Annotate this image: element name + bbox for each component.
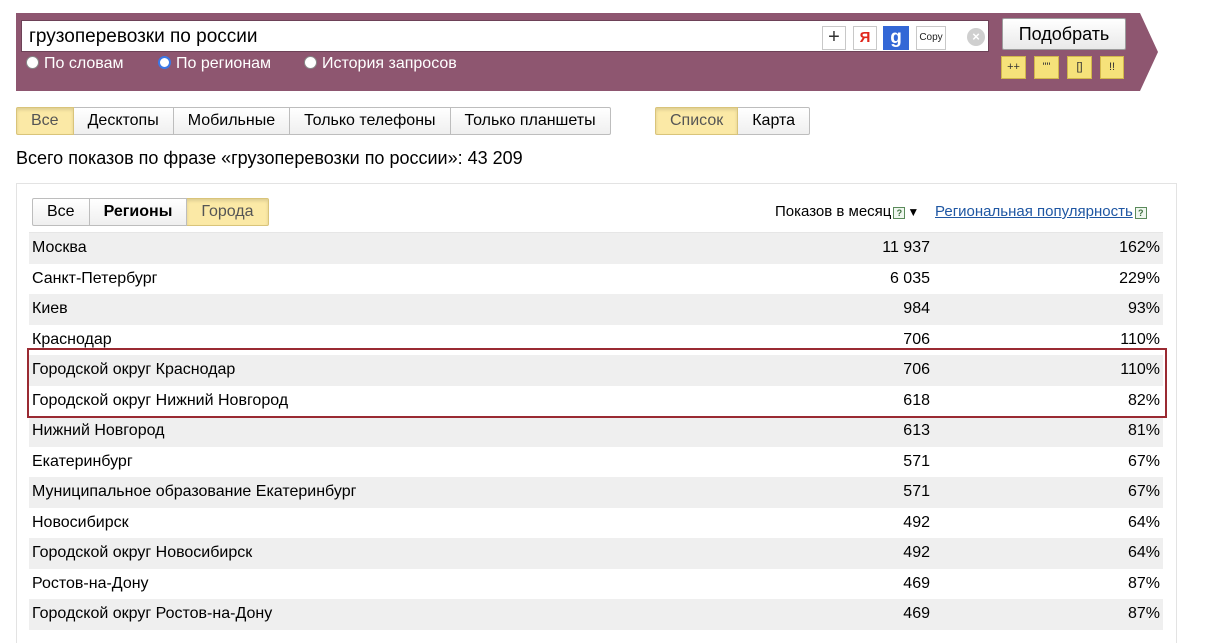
shows-value: 984	[903, 300, 930, 317]
shows-value: 6 035	[889, 269, 930, 287]
shows-value: 706	[903, 361, 930, 378]
help-icon[interactable]: ?	[893, 207, 906, 219]
shows-value: 613	[903, 422, 930, 439]
shows-value: 571	[903, 483, 930, 500]
view-map-button[interactable]: Карта	[738, 107, 811, 135]
submit-button[interactable]: Подобрать	[1002, 18, 1126, 50]
popularity-value: 67%	[1127, 483, 1160, 500]
tab-all[interactable]: Все	[32, 198, 90, 226]
device-filter: Все Десктопы Мобильные Только телефоны Т…	[16, 107, 611, 135]
shows-value: 492	[903, 544, 930, 561]
radio-selected-icon	[158, 56, 171, 69]
operator-brackets-button[interactable]: []	[1067, 56, 1092, 79]
region-name: Городской округ Ростов-на-Дону	[32, 605, 273, 622]
operator-quotes-button[interactable]: ""	[1034, 56, 1059, 79]
operator-exclaim-button[interactable]: !!	[1100, 56, 1124, 79]
popularity-value: 81%	[1127, 422, 1160, 439]
region-name: Городской округ Новосибирск	[32, 544, 253, 561]
table-row: Нижний Новгород 613 81%	[29, 416, 1163, 447]
region-name: Городской округ Нижний Новгород	[32, 391, 289, 409]
region-name: Екатеринбург	[32, 452, 133, 470]
radio-by-regions[interactable]: По регионам	[158, 55, 271, 73]
google-search-button[interactable]: g	[883, 26, 909, 50]
region-name: Муниципальное образование Екатеринбург	[32, 483, 357, 500]
table-row: Городской округ Краснодар 706 110%	[29, 355, 1163, 386]
region-name: Новосибирск	[32, 513, 129, 531]
radio-query-history[interactable]: История запросов	[304, 55, 457, 73]
shows-value: 492	[903, 513, 930, 531]
region-name: Городской округ Краснодар	[32, 361, 236, 378]
search-banner: грузоперевозки по россии + Я g Copy × По…	[16, 13, 1158, 91]
shows-value: 469	[903, 605, 930, 622]
popularity-value: 93%	[1127, 300, 1160, 317]
popularity-value: 229%	[1119, 269, 1160, 287]
popularity-value: 162%	[1119, 239, 1160, 256]
region-name: Ростов-на-Дону	[32, 574, 149, 592]
shows-value: 706	[903, 330, 930, 348]
table-row: Киев 984 93%	[29, 294, 1163, 325]
tab-cities[interactable]: Города	[187, 198, 269, 226]
clear-icon[interactable]: ×	[967, 28, 985, 46]
popularity-value: 64%	[1127, 513, 1160, 531]
radio-icon	[304, 56, 317, 69]
search-query-text: грузоперевозки по россии	[29, 26, 258, 47]
region-name: Санкт-Петербург	[32, 269, 158, 287]
operator-plus-button[interactable]: ++	[1001, 56, 1026, 79]
view-toggle: Список Карта	[655, 107, 811, 135]
yandex-search-button[interactable]: Я	[853, 26, 877, 50]
popularity-value: 64%	[1127, 544, 1160, 561]
popularity-value: 87%	[1127, 605, 1160, 622]
radio-icon	[26, 56, 39, 69]
copy-button[interactable]: Copy	[916, 26, 946, 50]
column-header-shows[interactable]: Показов в месяц? ▼	[775, 203, 919, 220]
table-row: Санкт-Петербург 6 035 229%	[29, 264, 1163, 295]
popularity-value: 82%	[1127, 391, 1160, 409]
popularity-value: 110%	[1120, 361, 1160, 378]
table-row: Новосибирск 492 64%	[29, 508, 1163, 539]
table-row: Ростов-на-Дону 469 87%	[29, 569, 1163, 600]
device-mobile-button[interactable]: Мобильные	[173, 107, 291, 135]
results-table: Москва 11 937 162% Санкт-Петербург 6 035 229%…	[29, 232, 1163, 630]
table-row: Городской округ Нижний Новгород 618 82%	[29, 386, 1163, 417]
shows-value: 571	[903, 452, 930, 470]
tab-regions[interactable]: Регионы	[89, 198, 188, 226]
shows-value: 469	[903, 574, 930, 592]
table-row: Екатеринбург 571 67%	[29, 447, 1163, 478]
region-name: Нижний Новгород	[32, 422, 165, 439]
table-row: Городской округ Новосибирск 492 64%	[29, 538, 1163, 569]
total-shows-text: Всего показов по фразе «грузоперевозки п…	[16, 148, 523, 168]
table-row: Городской округ Ростов-на-Дону 469 87%	[29, 599, 1163, 630]
shows-value: 11 937	[882, 239, 930, 256]
sort-desc-icon[interactable]: ▼	[907, 205, 919, 219]
popularity-value: 110%	[1120, 330, 1160, 348]
region-tabs: Все Регионы Города	[32, 198, 269, 226]
column-header-popularity[interactable]: Региональная популярность?	[935, 203, 1147, 220]
region-name: Киев	[32, 300, 68, 317]
popularity-value: 67%	[1127, 452, 1160, 470]
results-panel: Все Регионы Города Показов в месяц? ▼ Рег…	[16, 183, 1177, 643]
table-row: Краснодар 706 110%	[29, 325, 1163, 356]
device-all-button[interactable]: Все	[16, 107, 74, 135]
region-name: Москва	[32, 239, 87, 256]
region-name: Краснодар	[32, 330, 112, 348]
popularity-value: 87%	[1127, 574, 1160, 592]
table-row: Москва 11 937 162%	[29, 233, 1163, 264]
radio-by-words[interactable]: По словам	[26, 55, 123, 73]
device-desktop-button[interactable]: Десктопы	[73, 107, 174, 135]
table-row: Муниципальное образование Екатеринбург 57…	[29, 477, 1163, 508]
view-list-button[interactable]: Список	[655, 107, 739, 135]
help-icon[interactable]: ?	[1134, 207, 1147, 219]
search-input[interactable]: грузоперевозки по россии + Я g Copy ×	[21, 20, 989, 52]
add-plus-button[interactable]: +	[822, 26, 846, 50]
shows-value: 618	[903, 391, 930, 409]
device-phones-button[interactable]: Только телефоны	[290, 107, 451, 135]
device-tablets-button[interactable]: Только планшеты	[450, 107, 611, 135]
